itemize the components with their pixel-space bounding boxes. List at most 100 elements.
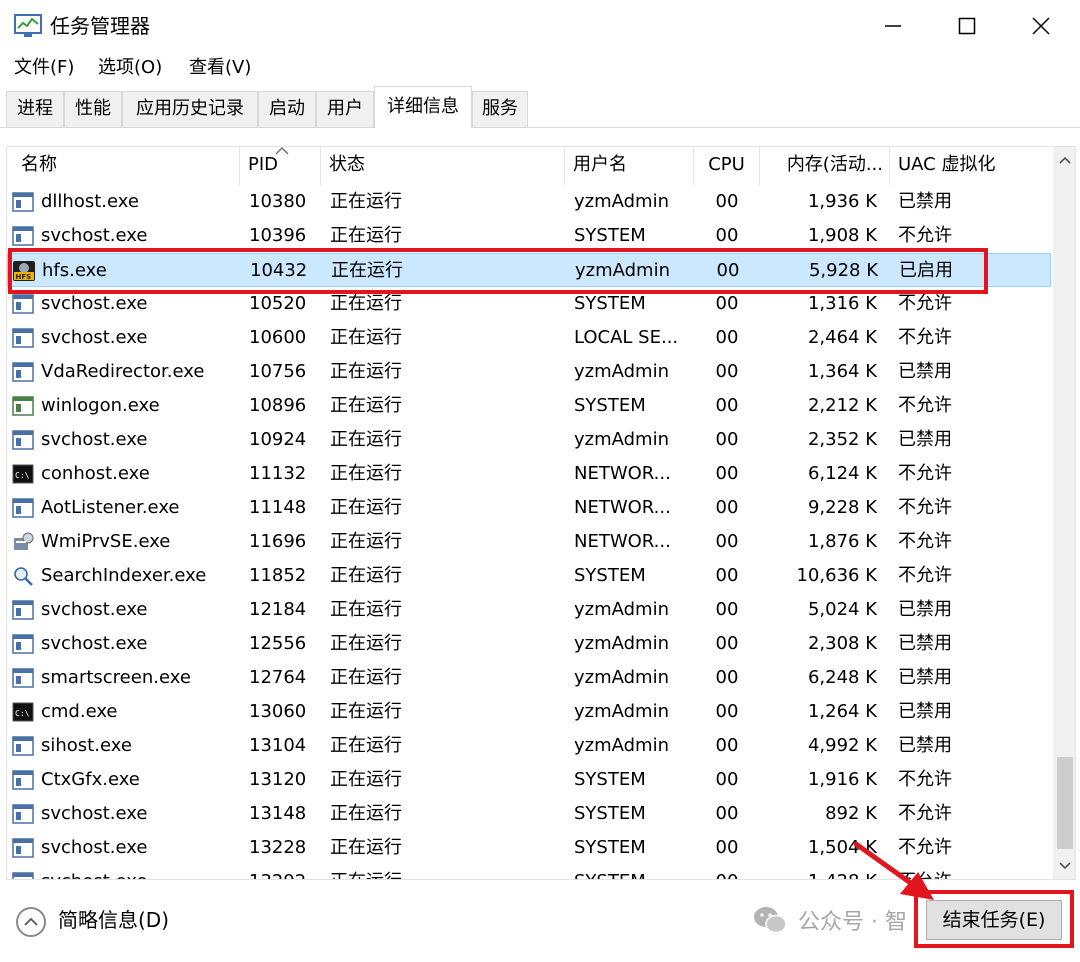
cell-uac: 已禁用 [898,633,952,654]
cell-username: NETWOR... [574,463,671,484]
table-row[interactable]: svchost.exe 12556 正在运行 yzmAdmin 00 2,308 K 已禁用 [7,627,1051,661]
tab-services[interactable]: 服务 [472,91,528,127]
wmi-icon [12,532,34,552]
cell-status: 正在运行 [330,837,402,858]
cell-cpu: 00 [715,191,739,212]
cell-uac: 不允许 [898,531,952,552]
cell-username: SYSTEM [574,837,646,858]
cell-name: svchost.exe [41,429,148,450]
watermark-text: 公众号 · 智 [798,910,907,935]
table-row[interactable]: AotListener.exe 11148 正在运行 NETWOR... 00 9,228… [7,491,1051,525]
cell-pid: 13120 [249,769,307,790]
fewer-details-button[interactable] [16,907,46,937]
table-row[interactable]: dllhost.exe 10380 正在运行 yzmAdmin 00 1,936 K 已禁用 [7,185,1051,219]
minimize-button[interactable] [856,0,930,52]
chevron-down-icon [1059,862,1071,870]
cell-pid: 10896 [249,395,307,416]
tab-bar: 进程 性能 应用历史记录 启动 用户 详细信息 服务 [0,86,1080,128]
table-row[interactable]: SearchIndexer.exe 11852 正在运行 SYSTEM 00 10,636… [7,559,1051,593]
close-button[interactable] [1004,0,1078,52]
cell-name: smartscreen.exe [41,667,191,688]
cell-cpu: 00 [694,865,760,879]
tab-performance[interactable]: 性能 [64,91,122,127]
table-row[interactable]: sihost.exe 13104 正在运行 yzmAdmin 00 4,992 K 已禁用 [7,729,1051,763]
window-icon [12,736,34,756]
column-status[interactable]: 状态 [321,147,565,185]
table-row[interactable]: VdaRedirector.exe 10756 正在运行 yzmAdmin 00 1,36… [7,355,1051,389]
window-title: 任务管理器 [50,14,150,38]
chevron-up-icon [1059,156,1071,164]
cell-uac: 不允许 [898,497,952,518]
column-name[interactable]: 名称 [7,147,240,185]
maximize-icon [958,17,976,35]
table-row[interactable]: svchost.exe 13148 正在运行 SYSTEM 00 892 K 不允许 [7,797,1051,831]
cell-memory: 9,228 K [807,497,877,518]
column-cpu[interactable]: CPU [694,147,760,185]
scroll-up-button[interactable] [1053,147,1075,173]
scroll-down-button[interactable] [1053,853,1075,879]
cell-cpu: 00 [715,769,739,790]
cell-uac: 已禁用 [898,191,952,212]
cell-username: LOCAL SE... [574,327,679,348]
cell-memory: 6,248 K [807,667,877,688]
menu-view[interactable]: 查看(V) [189,55,251,81]
table-row[interactable]: svchost.exe 10600 正在运行 LOCAL SE... 00 2,464 K… [7,321,1051,355]
cell-name: conhost.exe [41,463,150,484]
table-row[interactable]: winlogon.exe 10896 正在运行 SYSTEM 00 2,212 K 不允许 [7,389,1051,423]
scrollbar-thumb[interactable] [1057,757,1073,849]
cell-name: sihost.exe [41,735,132,756]
column-uac-virtualization[interactable]: UAC 虚拟化 [890,147,1051,185]
cell-name: dllhost.exe [41,191,139,212]
cell-username: SYSTEM [574,865,692,879]
cell-pid: 10380 [249,191,307,212]
table-row[interactable]: CtxGfx.exe 13120 正在运行 SYSTEM 00 1,916 K 不允许 [7,763,1051,797]
cell-pid: 10924 [249,429,307,450]
cell-uac: 已禁用 [898,429,952,450]
cell-uac: 不允许 [898,565,952,586]
cell-pid: 12184 [249,599,307,620]
cell-username: yzmAdmin [574,361,670,382]
highlight-box-hfs-row [8,248,988,294]
cell-name: CtxGfx.exe [41,769,140,790]
tab-details[interactable]: 详细信息 [374,86,472,128]
menu-file[interactable]: 文件(F) [14,55,74,81]
table-row[interactable]: C:\ cmd.exe 13060 正在运行 yzmAdmin 00 1,264 K 已禁用 [7,695,1051,729]
cell-pid: 13104 [249,735,307,756]
cell-username: yzmAdmin [574,735,670,756]
tab-processes[interactable]: 进程 [6,91,64,127]
tab-app-history[interactable]: 应用历史记录 [122,91,258,127]
cell-name: svchost.exe [41,803,148,824]
table-header: 名称 PID 状态 用户名 CPU 内存(活动... UAC 虚拟化 [7,147,1051,185]
maximize-button[interactable] [930,0,1004,52]
console-icon: C:\ [12,702,34,722]
column-username[interactable]: 用户名 [565,147,694,185]
cell-memory: 4,992 K [807,735,877,756]
table-row[interactable]: C:\ conhost.exe 11132 正在运行 NETWOR... 00 6,124 … [7,457,1051,491]
title-bar: 任务管理器 [0,0,1080,52]
table-row[interactable]: svchost.exe 12184 正在运行 yzmAdmin 00 5,024 K 已禁用 [7,593,1051,627]
fewer-details-label[interactable]: 简略信息(D) [58,906,169,934]
cell-username: yzmAdmin [574,191,670,212]
cell-status: 正在运行 [330,701,402,722]
cell-pid: 12764 [249,667,307,688]
tab-users[interactable]: 用户 [316,91,374,127]
cell-status: 正在运行 [330,191,402,212]
table-row[interactable]: WmiPrvSE.exe 11696 正在运行 NETWOR... 00 1,876 K 不… [7,525,1051,559]
column-memory[interactable]: 内存(活动... [760,147,890,185]
cell-uac: 不允许 [898,803,952,824]
tab-startup[interactable]: 启动 [258,91,316,127]
menu-options[interactable]: 选项(O) [98,55,162,81]
cell-status: 正在运行 [330,769,402,790]
console-icon: C:\ [12,464,34,484]
task-manager-window: 任务管理器 文件(F) 选项(O) 查看(V) 进程 性能 应用历史记录 启动 … [0,0,1080,962]
table-row[interactable]: smartscreen.exe 12764 正在运行 yzmAdmin 00 6,248 … [7,661,1051,695]
table-row[interactable]: svchost.exe 10924 正在运行 yzmAdmin 00 2,352 K 已禁用 [7,423,1051,457]
vertical-scrollbar[interactable] [1053,147,1075,879]
cell-uac: 已禁用 [898,361,952,382]
cell-name: cmd.exe [41,701,118,722]
cell-username: SYSTEM [574,395,646,416]
winlogon-icon [12,396,34,416]
cell-memory: 1,936 K [807,191,877,212]
cell-username: NETWOR... [574,497,671,518]
cell-pid: 10756 [249,361,307,382]
